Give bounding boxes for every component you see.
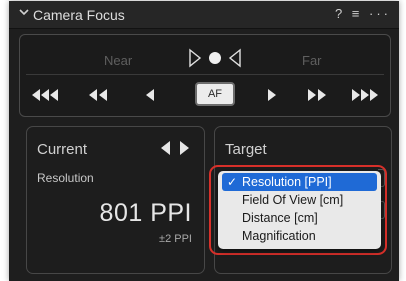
menu-item-resolution[interactable]: ✓ Resolution [PPI] [222,173,377,191]
far-label: Far [302,53,322,68]
step-near-small-button[interactable] [144,85,156,105]
step-near-medium-button[interactable] [87,85,109,105]
menu-item-label: Field Of View [cm] [242,193,344,207]
menu-item-field-of-view[interactable]: Field Of View [cm] [222,191,377,209]
left-arrow-icon [146,89,154,101]
panel-title: Camera Focus [33,7,125,23]
camera-focus-panel: Camera Focus ? ≡ ··· Near Far AF Current… [9,1,399,281]
current-card: Current Resolution 801 PPI ±2 PPI [26,126,205,274]
menu-item-label: Magnification [242,229,316,243]
triple-right-arrow-icon [352,89,378,101]
panel-titlebar: Camera Focus ? ≡ ··· [9,1,399,29]
menu-item-label: Distance [cm] [242,211,318,225]
current-tolerance: ±2 PPI [159,233,192,245]
double-right-arrow-icon [308,89,326,101]
focus-divider [26,74,384,75]
step-far-large-button[interactable] [350,85,380,105]
menu-item-label: Resolution [PPI] [242,175,332,189]
target-title: Target [225,141,267,158]
menu-item-distance[interactable]: Distance [cm] [222,209,377,227]
focus-indicator-icon [189,48,241,68]
menu-item-magnification[interactable]: Magnification [222,227,377,245]
step-far-medium-button[interactable] [306,85,328,105]
double-left-arrow-icon [89,89,107,101]
step-near-large-button[interactable] [30,85,60,105]
panel-tools-icons[interactable]: ? ≡ ··· [335,6,391,21]
checkmark-icon: ✓ [227,175,238,189]
current-title: Current [37,141,88,158]
left-right-arrows-icon[interactable] [158,139,192,157]
triple-left-arrow-icon [32,89,58,101]
focus-control-box: Near Far AF [19,34,391,117]
current-value: 801 PPI [99,199,192,227]
autofocus-button[interactable]: AF [195,82,235,106]
near-label: Near [104,53,133,68]
step-far-small-button[interactable] [266,85,278,105]
collapse-chevron-icon[interactable] [17,5,31,19]
current-measure-label: Resolution [37,171,94,185]
target-measure-dropdown[interactable]: ✓ Resolution [PPI] Field Of View [cm] Di… [218,171,381,249]
right-arrow-icon [268,89,276,101]
